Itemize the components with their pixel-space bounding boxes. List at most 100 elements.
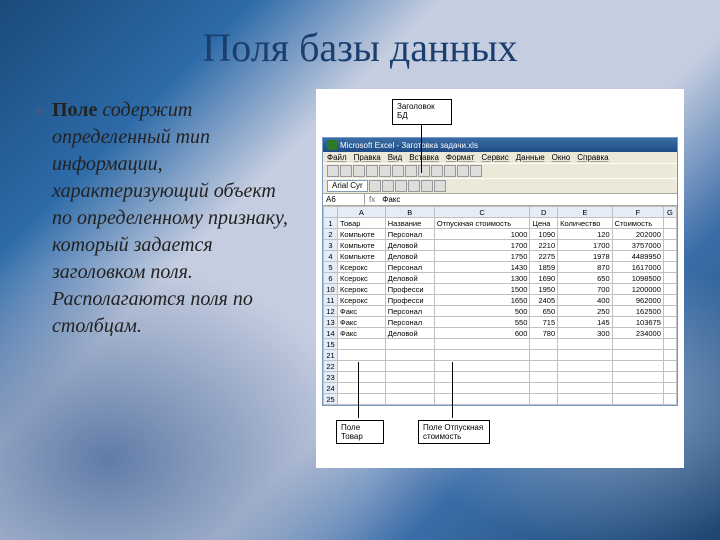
data-cell[interactable]: Деловой [385,273,434,284]
empty-cell[interactable] [530,372,558,383]
data-cell[interactable]: 145 [558,317,613,328]
empty-cell[interactable] [663,350,676,361]
data-cell[interactable]: 4489950 [612,251,663,262]
empty-cell[interactable] [558,339,613,350]
data-cell[interactable]: 300 [558,328,613,339]
empty-cell[interactable] [612,350,663,361]
menu-format[interactable]: Формат [446,153,474,162]
data-cell[interactable]: 1200000 [612,284,663,295]
data-cell[interactable]: Професси [385,284,434,295]
tool-undo-icon[interactable] [418,165,430,177]
empty-cell[interactable] [338,350,386,361]
name-box[interactable]: A6 [323,194,365,205]
empty-cell[interactable] [663,361,676,372]
tool-chart-icon[interactable] [470,165,482,177]
data-cell[interactable] [663,262,676,273]
col-header[interactable]: D [530,207,558,218]
data-cell[interactable] [663,328,676,339]
data-cell[interactable]: 1750 [434,251,530,262]
data-cell[interactable]: 700 [558,284,613,295]
tool-save-icon[interactable] [353,165,365,177]
tool-underline-icon[interactable] [395,180,407,192]
empty-cell[interactable] [338,394,386,405]
col-header[interactable]: B [385,207,434,218]
data-cell[interactable]: 1000 [434,229,530,240]
tool-align-center-icon[interactable] [421,180,433,192]
empty-cell[interactable] [434,361,530,372]
data-cell[interactable]: Персонал [385,306,434,317]
empty-cell[interactable] [385,394,434,405]
row-header[interactable]: 22 [324,361,338,372]
empty-cell[interactable] [434,372,530,383]
row-header[interactable]: 6 [324,273,338,284]
col-header[interactable]: G [663,207,676,218]
data-cell[interactable]: Деловой [385,328,434,339]
tool-redo-icon[interactable] [431,165,443,177]
empty-cell[interactable] [612,361,663,372]
row-header[interactable]: 5 [324,262,338,273]
tool-align-right-icon[interactable] [434,180,446,192]
tool-new-icon[interactable] [327,165,339,177]
data-cell[interactable]: 103675 [612,317,663,328]
data-cell[interactable]: 250 [558,306,613,317]
row-header[interactable]: 23 [324,372,338,383]
empty-cell[interactable] [530,339,558,350]
data-cell[interactable]: 1098500 [612,273,663,284]
menu-help[interactable]: Справка [577,153,608,162]
excel-toolbar[interactable] [323,163,677,178]
tool-sort-icon[interactable] [457,165,469,177]
empty-cell[interactable] [558,350,613,361]
data-cell[interactable]: 1700 [434,240,530,251]
tool-align-left-icon[interactable] [408,180,420,192]
data-cell[interactable]: 2210 [530,240,558,251]
formula-bar[interactable]: A6 fx Факс [323,193,677,206]
row-header[interactable]: 25 [324,394,338,405]
tool-bold-icon[interactable] [369,180,381,192]
empty-cell[interactable] [663,394,676,405]
empty-cell[interactable] [558,383,613,394]
empty-cell[interactable] [663,339,676,350]
data-cell[interactable]: 715 [530,317,558,328]
empty-cell[interactable] [434,350,530,361]
empty-cell[interactable] [338,372,386,383]
data-cell[interactable]: 400 [558,295,613,306]
data-cell[interactable] [663,240,676,251]
data-cell[interactable]: 1500 [434,284,530,295]
empty-cell[interactable] [385,350,434,361]
data-cell[interactable]: 550 [434,317,530,328]
row-header[interactable]: 11 [324,295,338,306]
row-header[interactable]: 3 [324,240,338,251]
col-header[interactable]: A [338,207,386,218]
empty-cell[interactable] [434,383,530,394]
empty-cell[interactable] [558,372,613,383]
empty-cell[interactable] [338,383,386,394]
data-cell[interactable] [663,251,676,262]
data-cell[interactable]: 1430 [434,262,530,273]
menu-data[interactable]: Данные [516,153,545,162]
data-cell[interactable]: Компьюте [338,240,386,251]
data-cell[interactable]: Персонал [385,229,434,240]
empty-cell[interactable] [385,339,434,350]
empty-cell[interactable] [385,361,434,372]
col-header[interactable]: C [434,207,530,218]
data-cell[interactable]: Компьюте [338,251,386,262]
row-header[interactable]: 2 [324,229,338,240]
menu-file[interactable]: Файл [327,153,347,162]
empty-cell[interactable] [612,383,663,394]
empty-cell[interactable] [663,372,676,383]
data-cell[interactable] [663,317,676,328]
data-cell[interactable]: 2405 [530,295,558,306]
menu-tools[interactable]: Сервис [481,153,508,162]
header-cell[interactable]: Отпускная стоимость [434,218,530,229]
row-header[interactable]: 1 [324,218,338,229]
data-cell[interactable] [663,284,676,295]
data-cell[interactable]: 1950 [530,284,558,295]
data-cell[interactable]: 650 [530,306,558,317]
data-cell[interactable]: 780 [530,328,558,339]
data-cell[interactable]: 962000 [612,295,663,306]
menu-insert[interactable]: Вставка [409,153,439,162]
menu-window[interactable]: Окно [552,153,571,162]
empty-cell[interactable] [385,372,434,383]
data-cell[interactable]: Компьюте [338,229,386,240]
empty-cell[interactable] [530,350,558,361]
